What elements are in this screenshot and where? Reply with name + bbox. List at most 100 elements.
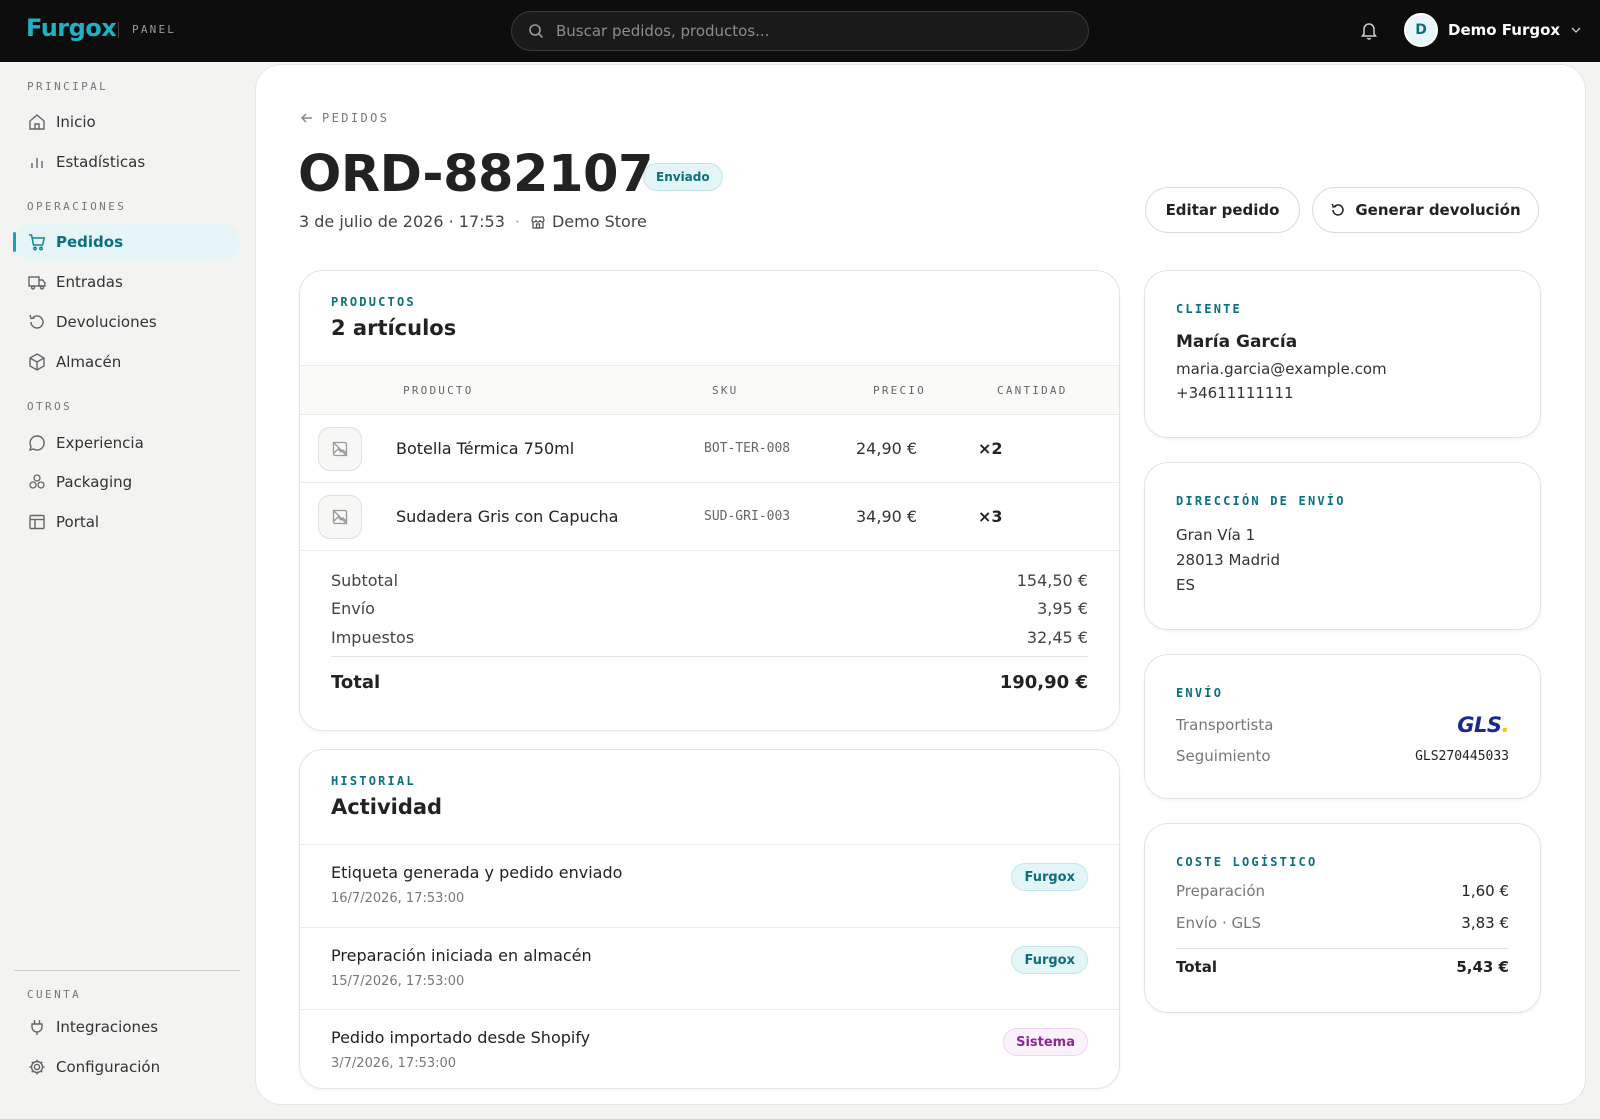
sidebar-item-label: Estadísticas <box>56 153 146 171</box>
logistics-total-value: 5,43 € <box>1456 958 1509 976</box>
sidebar-item-inicio[interactable]: Inicio <box>14 103 240 141</box>
source-badge: Sistema <box>1003 1028 1088 1056</box>
sidebar-item-devoluciones[interactable]: Devoluciones <box>14 303 240 341</box>
tracking-row: Seguimiento GLS270445033 <box>1176 747 1509 765</box>
product-price: 34,90 € <box>856 507 918 526</box>
sidebar-item-almacen[interactable]: Almacén <box>14 343 240 381</box>
sidebar-item-packaging[interactable]: Packaging <box>14 463 240 501</box>
shipping-eyebrow: ENVÍO <box>1176 686 1224 700</box>
address-country: ES <box>1176 576 1195 594</box>
plug-icon <box>27 1017 47 1037</box>
generate-return-label: Generar devolución <box>1355 201 1521 219</box>
store-name[interactable]: Demo Store <box>552 212 647 231</box>
edit-order-button[interactable]: Editar pedido <box>1145 187 1300 233</box>
event-text: Preparación iniciada en almacén <box>331 946 592 965</box>
table-header: PRODUCTO SKU PRECIO CANTIDAD <box>300 365 1119 415</box>
section-principal: PRINCIPAL <box>27 80 109 93</box>
carrier-label: Transportista <box>1176 716 1274 734</box>
back-label: PEDIDOS <box>322 111 390 125</box>
prep-row: Preparación 1,60 € <box>1176 882 1509 900</box>
list-item: Preparación iniciada en almacén 15/7/202… <box>300 927 1119 1009</box>
sidebar-item-portal[interactable]: Portal <box>14 503 240 541</box>
logistics-total-label: Total <box>1176 958 1217 976</box>
sidebar-item-estadisticas[interactable]: Estadísticas <box>14 143 240 181</box>
history-eyebrow: HISTORIAL <box>331 774 416 788</box>
summary-total: Total 190,90 € <box>331 672 1088 693</box>
source-badge: Furgox <box>1011 946 1088 974</box>
product-quantity: ×2 <box>978 439 1003 458</box>
sidebar-item-label: Entradas <box>56 273 123 291</box>
product-price: 24,90 € <box>856 439 918 458</box>
sidebar-item-entradas[interactable]: Entradas <box>14 263 240 301</box>
product-sku: BOT-TER-008 <box>704 441 791 456</box>
address-line1: Gran Vía 1 <box>1176 526 1256 544</box>
sidebar-item-label: Experiencia <box>56 434 144 452</box>
sidebar-divider <box>14 970 240 971</box>
column-header-sku: SKU <box>712 384 739 397</box>
logo-divider <box>118 22 119 38</box>
event-date: 15/7/2026, 17:53:00 <box>331 974 465 989</box>
logo[interactable]: Furgox <box>26 14 117 42</box>
gls-logo: GLS. <box>1457 713 1509 737</box>
search-bar[interactable] <box>511 11 1089 51</box>
arrow-left-icon <box>300 111 314 125</box>
column-header-product: PRODUCTO <box>403 384 474 397</box>
chevron-down-icon <box>1570 24 1582 36</box>
customer-email[interactable]: maria.garcia@example.com <box>1176 360 1387 378</box>
product-sku: SUD-GRI-003 <box>704 509 791 524</box>
shipping-label: Envío <box>331 599 375 618</box>
status-badge: Enviado <box>643 163 723 191</box>
products-title: 2 artículos <box>331 316 457 340</box>
shipping-value: 3,95 € <box>1037 599 1088 618</box>
products-card: PRODUCTOS 2 artículos PRODUCTO SKU PRECI… <box>299 270 1120 731</box>
panel-label: PANEL <box>132 23 177 36</box>
customer-eyebrow: CLIENTE <box>1176 302 1242 316</box>
sidebar-item-integraciones[interactable]: Integraciones <box>14 1008 240 1046</box>
main-panel: PEDIDOS ORD-882107 Enviado 3 de julio de… <box>255 64 1586 1105</box>
meta-separator: · <box>514 212 520 231</box>
sidebar-item-pedidos[interactable]: Pedidos <box>13 223 240 261</box>
history-card: HISTORIAL Actividad Etiqueta generada y … <box>299 749 1120 1089</box>
list-item: Pedido importado desde Shopify 3/7/2026,… <box>300 1009 1119 1088</box>
subtotal-label: Subtotal <box>331 571 399 590</box>
sidebar-item-configuracion[interactable]: Configuración <box>14 1048 240 1086</box>
logistics-card: COSTE LOGÍSTICO Preparación 1,60 € Envío… <box>1144 823 1541 1013</box>
bell-icon[interactable] <box>1360 20 1378 40</box>
customer-phone[interactable]: +34611111111 <box>1176 384 1294 402</box>
logistics-divider <box>1176 948 1509 949</box>
sidebar-item-experiencia[interactable]: Experiencia <box>14 424 240 462</box>
box-icon <box>27 352 47 372</box>
summary-subtotal: Subtotal 154,50 € <box>331 571 1088 590</box>
list-item: Etiqueta generada y pedido enviado 16/7/… <box>300 844 1119 926</box>
sidebar-item-label: Almacén <box>56 353 122 371</box>
table-row[interactable]: Botella Térmica 750ml BOT-TER-008 24,90 … <box>300 415 1119 483</box>
order-meta: 3 de julio de 2026 · 17:53 · Demo Store <box>299 212 647 231</box>
column-header-quantity: CANTIDAD <box>997 384 1068 397</box>
sidebar-item-label: Pedidos <box>56 233 124 251</box>
total-label: Total <box>331 672 381 693</box>
address-eyebrow: DIRECCIÓN DE ENVÍO <box>1176 494 1346 508</box>
back-link[interactable]: PEDIDOS <box>300 111 389 125</box>
section-operaciones: OPERACIONES <box>27 200 127 213</box>
product-name: Sudadera Gris con Capucha <box>396 507 619 526</box>
products-eyebrow: PRODUCTOS <box>331 295 416 309</box>
return-icon <box>1330 202 1346 218</box>
sidebar-item-label: Packaging <box>56 473 133 491</box>
edit-order-label: Editar pedido <box>1165 201 1280 219</box>
user-menu[interactable]: D Demo Furgox <box>1404 13 1582 47</box>
column-header-price: PRECIO <box>873 384 926 397</box>
summary-shipping: Envío 3,95 € <box>331 599 1088 618</box>
customer-name: María García <box>1176 332 1298 352</box>
generate-return-button[interactable]: Generar devolución <box>1312 187 1539 233</box>
bar-chart-icon <box>27 152 47 172</box>
gear-icon <box>27 1057 47 1077</box>
tracking-number[interactable]: GLS270445033 <box>1415 749 1509 764</box>
shipping-card: ENVÍO Transportista GLS. Seguimiento GLS… <box>1144 654 1541 799</box>
search-input[interactable] <box>556 22 1056 40</box>
total-value: 190,90 € <box>999 672 1088 693</box>
truck-icon <box>27 272 47 292</box>
sidebar-item-label: Inicio <box>56 113 96 131</box>
sidebar-item-label: Portal <box>56 513 100 531</box>
event-text: Etiqueta generada y pedido enviado <box>331 863 623 882</box>
table-row[interactable]: Sudadera Gris con Capucha SUD-GRI-003 34… <box>300 483 1119 551</box>
